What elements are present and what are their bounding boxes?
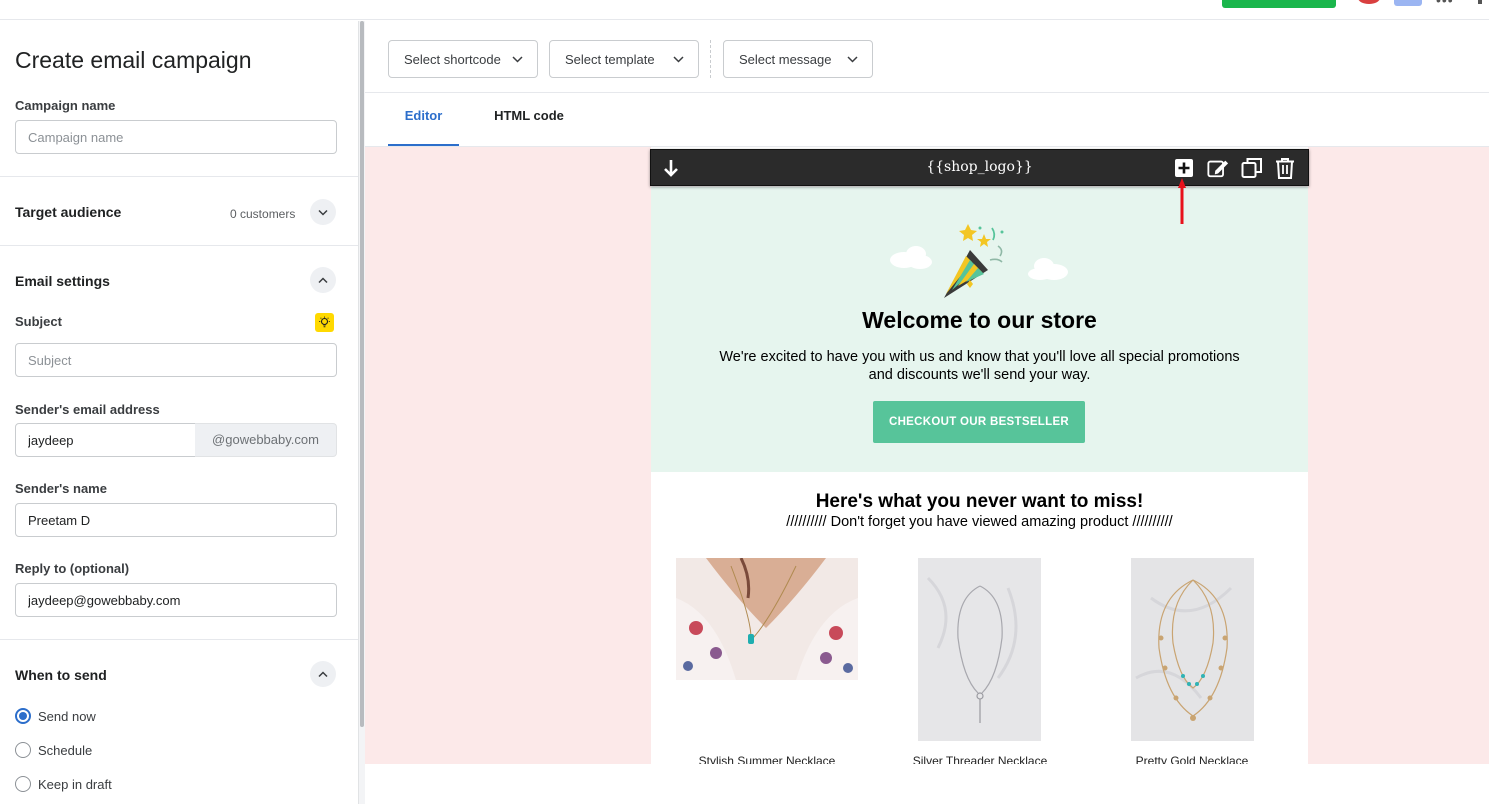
duplicate-icon[interactable] [1241,157,1263,179]
send-now-label: Send now [38,708,96,724]
product-name: Stylish Summer Necklace [698,754,836,764]
sender-email-domain: @gowebbaby.com [195,423,337,457]
page-title: Create email campaign [15,47,252,73]
product-name-wrap: Pretty Gold Necklace [1095,751,1289,764]
expand-audience-button[interactable] [310,199,336,225]
red-annotation-arrow-icon [1178,178,1186,224]
radio-unchecked[interactable] [15,742,31,758]
product-name-wrap: Stylish Summer Necklace [651,751,883,764]
edit-icon[interactable] [1207,157,1229,179]
schedule-label: Schedule [38,742,93,758]
radio-unchecked[interactable] [15,776,31,792]
editor-toolbar: Select shortcode Select template Select … [365,21,1489,93]
block-toolbar[interactable]: {{shop_logo}} [650,149,1309,186]
sender-name-input[interactable] [15,503,337,537]
chevron-up-icon [318,276,328,283]
editor-tabs: Editor HTML code [365,93,1489,147]
divider [0,245,358,246]
hero-text: We're excited to have you with us and kn… [719,349,1240,383]
campaign-name-label: Campaign name [15,98,116,113]
checkout-bestseller-button[interactable]: CHECKOUT OUR BESTSELLER [873,401,1085,443]
collapse-email-settings-button[interactable] [310,267,336,293]
select-template-dropdown[interactable]: Select template [549,40,699,78]
chevron-down-icon [673,55,684,63]
schedule-radio[interactable]: Schedule [15,742,92,758]
top-app-bar: ••• [0,0,1489,20]
canvas-bottom-area [365,764,1489,804]
reply-to-input[interactable] [15,583,337,617]
email-settings-title: Email settings [15,273,110,289]
product-image[interactable] [918,558,1041,741]
divider [0,639,358,640]
campaign-sidebar: Create email campaign Campaign name Targ… [0,21,359,804]
chevron-up-icon [318,670,328,677]
divider [0,176,358,177]
sender-name-label: Sender's name [15,481,107,496]
more-icon[interactable]: ••• [1436,0,1454,8]
delete-icon[interactable] [1274,157,1296,179]
subject-label: Subject [15,314,62,329]
email-preview: Welcome to our store We're excited to ha… [651,147,1308,764]
radio-checked[interactable] [15,708,31,724]
sender-email-label: Sender's email address [15,402,160,417]
product-name: Pretty Gold Necklace [1135,754,1249,764]
hero-title: Welcome to our store [862,307,1097,333]
tab-editor[interactable]: Editor [388,93,459,146]
section-subtitle: ////////// Don't forget you have viewed … [786,514,1173,530]
when-to-send-title: When to send [15,667,107,683]
select-shortcode-label: Select shortcode [404,51,501,67]
chevron-down-icon [512,55,523,63]
party-popper-icon [890,224,1068,298]
keep-in-draft-radio[interactable]: Keep in draft [15,776,112,792]
subject-input[interactable] [15,343,337,377]
add-block-icon[interactable] [1173,157,1195,179]
product-image[interactable] [1131,558,1254,741]
sender-email-input[interactable] [15,423,196,457]
campaign-name-input[interactable] [15,120,337,154]
reply-to-label: Reply to (optional) [15,561,130,576]
section-title: Here's what you never want to miss! [815,491,1144,512]
top-play-icon[interactable] [1394,0,1422,6]
send-now-radio[interactable]: Send now [15,708,96,724]
product-image[interactable] [676,558,858,680]
lightbulb-icon[interactable] [315,313,334,332]
collapse-when-to-send-button[interactable] [310,661,336,687]
top-flag-icon[interactable] [1358,0,1380,4]
email-canvas: Welcome to our store We're excited to ha… [365,147,1489,764]
target-audience-title: Target audience [15,204,122,220]
chevron-down-icon [847,55,858,63]
toolbar-separator [710,40,711,78]
keep-in-draft-label: Keep in draft [38,776,112,792]
product-name-wrap: Silver Threader Necklace [880,751,1080,764]
select-message-label: Select message [739,51,832,67]
top-edge-icon [1478,0,1482,4]
select-template-label: Select template [565,51,655,67]
product-name: Silver Threader Necklace [912,754,1048,764]
select-shortcode-dropdown[interactable]: Select shortcode [388,40,538,78]
select-message-dropdown[interactable]: Select message [723,40,873,78]
chevron-down-icon [318,209,328,216]
hero-section[interactable]: Welcome to our store We're excited to ha… [651,187,1308,472]
top-primary-button[interactable] [1222,0,1336,8]
audience-count: 0 customers [230,207,296,221]
scroll-thumb[interactable] [360,21,364,727]
tab-html-code[interactable]: HTML code [485,93,573,146]
